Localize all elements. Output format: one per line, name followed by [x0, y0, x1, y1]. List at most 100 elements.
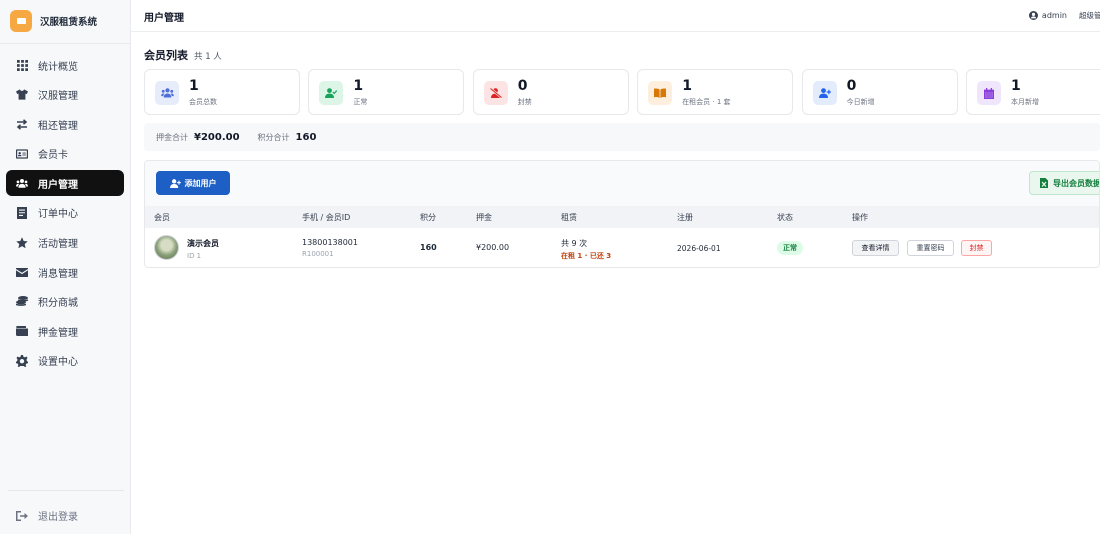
- logout-label: 退出登录: [38, 512, 78, 523]
- coins-icon: [16, 296, 28, 308]
- stat-value: 1: [1011, 78, 1021, 94]
- phone-text: 13800138001: [302, 238, 358, 247]
- sidebar-item-label: 设置中心: [38, 357, 78, 369]
- column-header: 状态: [777, 213, 793, 222]
- member-count: 共 1 人: [194, 52, 222, 62]
- app-root: 汉服租赁系统 统计概览 汉服管理 租还管理 会员卡 用户管理 订单中心 活动管理…: [0, 0, 1100, 534]
- sidebar-item-member-card[interactable]: 会员卡: [6, 141, 124, 167]
- deposit-total-value: ¥200.00: [194, 131, 240, 143]
- stat-label: 封禁: [517, 98, 532, 106]
- file-excel-icon: [1040, 178, 1048, 188]
- sidebar-item-label: 消息管理: [38, 268, 78, 280]
- logo-icon: [10, 10, 32, 32]
- column-header: 租赁: [561, 213, 577, 222]
- star-icon: [16, 236, 28, 249]
- points-value: 160: [420, 243, 437, 252]
- stat-label: 正常: [353, 98, 368, 106]
- member-contact: 13800138001 R100001: [302, 238, 358, 258]
- divider: [0, 43, 130, 44]
- stat-card: 1 本月新增: [966, 69, 1100, 115]
- user-role: 超级管理员: [1079, 11, 1100, 20]
- brand: 汉服租赁系统: [10, 10, 97, 32]
- column-header: 操作: [852, 213, 868, 222]
- user-plus-icon: [169, 178, 181, 188]
- avatar: [154, 235, 179, 260]
- stat-card: 1 正常: [308, 69, 465, 115]
- export-button[interactable]: 导出会员数据: [1029, 171, 1099, 195]
- column-header: 会员: [154, 213, 170, 222]
- sidebar-item-events[interactable]: 活动管理: [6, 230, 124, 256]
- sidebar-item-overview[interactable]: 统计概览: [6, 52, 124, 78]
- status-badge: 正常: [777, 241, 803, 255]
- wallet-icon: [16, 325, 28, 337]
- section-header: 会员列表 共 1 人: [144, 47, 222, 63]
- sidebar-item-label: 会员卡: [38, 150, 68, 162]
- sidebar-item-deposit[interactable]: 押金管理: [6, 318, 124, 344]
- stat-value: 1: [189, 78, 199, 94]
- sidebar: 汉服租赁系统 统计概览 汉服管理 租还管理 会员卡 用户管理 订单中心 活动管理…: [0, 0, 131, 534]
- sidebar-item-users[interactable]: 用户管理: [6, 170, 124, 197]
- sidebar-item-hanfu[interactable]: 汉服管理: [6, 82, 124, 108]
- stat-value: 0: [846, 78, 857, 94]
- swap-icon: [16, 118, 28, 130]
- deposit-value: ¥200.00: [476, 243, 510, 252]
- stat-label: 今日新增: [846, 98, 875, 106]
- sidebar-item-orders[interactable]: 订单中心: [6, 200, 124, 226]
- logout-button[interactable]: 退出登录: [16, 508, 78, 523]
- sidebar-item-settings[interactable]: 设置中心: [6, 348, 124, 374]
- member-name-text: 演示会员: [187, 239, 219, 248]
- shirt-icon: [16, 89, 28, 101]
- reset-password-button[interactable]: 重置密码: [907, 240, 954, 256]
- user-circle-icon: [1028, 11, 1038, 20]
- section-title: 会员列表: [144, 49, 188, 62]
- top-bar: 用户管理 admin 超级管理员: [131, 0, 1100, 32]
- sidebar-item-label: 统计概览: [38, 61, 78, 73]
- stat-label: 本月新增: [1011, 98, 1039, 106]
- register-date: 2026-06-01: [677, 244, 721, 253]
- stat-label: 会员总数: [189, 98, 217, 106]
- sidebar-item-label: 押金管理: [38, 327, 78, 339]
- member-id-text: ID 1: [187, 252, 202, 260]
- logout-icon: [16, 510, 28, 521]
- stat-value: 1: [682, 78, 692, 94]
- user-slash-icon: [483, 81, 508, 105]
- table-header: 会员 手机 / 会员ID 积分 押金 租赁 注册 状态 操作: [145, 206, 1099, 228]
- stat-card: 0 封禁: [472, 69, 629, 115]
- stat-card: 1 在租会员 · 1 套: [637, 69, 794, 115]
- user-menu[interactable]: admin 超级管理员: [1028, 10, 1100, 21]
- column-header: 积分: [420, 213, 436, 222]
- sidebar-item-rental[interactable]: 租还管理: [6, 111, 124, 137]
- view-details-button[interactable]: 查看详情: [852, 240, 899, 256]
- receipt-icon: [16, 206, 28, 219]
- rental-summary: 共 9 次 在租 1 · 已还 3: [561, 238, 611, 261]
- member-table-panel: 添加用户 导出会员数据 会员 手机 / 会员ID 积分 押金 租赁 注册 状态 …: [144, 160, 1100, 268]
- table-row[interactable]: 演示会员 ID 1 13800138001 R100001 160 ¥200.0…: [145, 228, 1099, 267]
- add-user-button[interactable]: 添加用户: [156, 171, 230, 195]
- summary-bar: 押金合计 ¥200.00 积分合计 160: [144, 123, 1100, 151]
- stat-value: 0: [517, 78, 528, 94]
- stat-card: 0 今日新增: [801, 69, 958, 115]
- sidebar-item-label: 订单中心: [38, 209, 78, 221]
- sidebar-item-label: 汉服管理: [38, 91, 78, 103]
- sidebar-item-messages[interactable]: 消息管理: [6, 259, 124, 285]
- rent-total-text: 共 9 次: [561, 239, 588, 248]
- stat-card: 1 会员总数: [144, 69, 300, 115]
- envelope-icon: [16, 266, 28, 278]
- column-header: 手机 / 会员ID: [302, 213, 351, 222]
- column-header: 押金: [476, 213, 492, 222]
- member-code-text: R100001: [302, 250, 334, 258]
- sidebar-item-label: 活动管理: [38, 239, 78, 251]
- user-check-icon: [319, 81, 344, 105]
- add-user-label: 添加用户: [184, 178, 217, 188]
- ban-button[interactable]: 封禁: [961, 240, 992, 256]
- rent-status-text: 在租 1 · 已还 3: [561, 252, 612, 260]
- divider: [8, 490, 124, 491]
- stat-value: 1: [353, 78, 364, 94]
- member-name: 演示会员 ID 1: [187, 238, 219, 260]
- page-title: 用户管理: [144, 13, 184, 24]
- sidebar-nav: 统计概览 汉服管理 租还管理 会员卡 用户管理 订单中心 活动管理 消息管理 积…: [6, 52, 124, 378]
- sidebar-item-points-mall[interactable]: 积分商城: [6, 289, 124, 315]
- stats-row: 1 会员总数 1 正常 0 封禁 1 在租会员 · 1 套 0 今日新增 1 本月新增: [144, 69, 1100, 115]
- app-name: 汉服租赁系统: [40, 17, 98, 28]
- table-toolbar: 添加用户 导出会员数据: [145, 161, 1099, 206]
